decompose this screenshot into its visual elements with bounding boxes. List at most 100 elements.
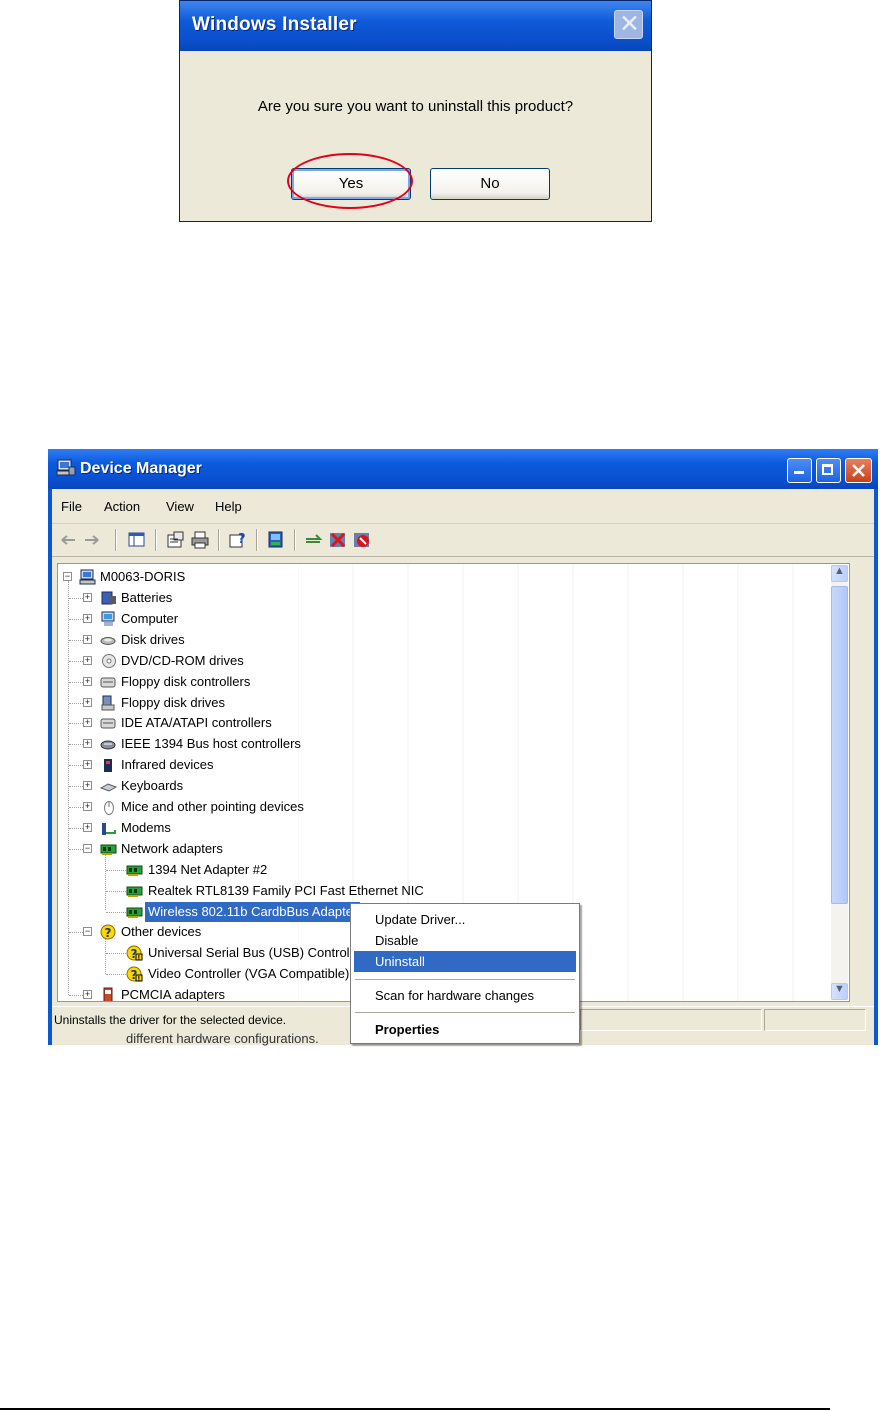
tree-connector (69, 660, 83, 662)
expand-toggle[interactable]: + (83, 613, 92, 623)
tree-item-label: Disk drives (121, 631, 185, 647)
infrared-icon (104, 759, 112, 773)
tree-item-label: Wireless 802.11b CardbBus Adapter (145, 901, 361, 922)
svg-text:!: ! (138, 955, 141, 962)
tree-item-label: PCMCIA adapters (121, 987, 226, 1002)
dialog-title-bar[interactable]: Windows Installer ✕ (180, 1, 651, 51)
tree-item-label: Other devices (121, 924, 202, 940)
yes-button[interactable]: Yes (291, 168, 411, 200)
menu-item-disable[interactable]: Disable (354, 930, 576, 951)
menu-item-update-driver[interactable]: Update Driver... (354, 909, 576, 930)
maximize-icon (822, 464, 833, 475)
floppy-icon (101, 695, 115, 710)
tree-item-label: Floppy disk drives (121, 694, 226, 710)
tree-connector (69, 598, 83, 599)
tree-item-label: DVD/CD-ROM drives (121, 652, 244, 668)
disable-icon[interactable] (328, 530, 348, 550)
tree-item-label: Modems (121, 819, 171, 835)
menu-item-scan-hardware[interactable]: Scan for hardware changes (354, 985, 576, 1006)
expand-toggle[interactable]: + (83, 739, 92, 749)
modem-icon (102, 822, 116, 835)
collapse-toggle[interactable]: − (83, 927, 92, 937)
scroll-down-button[interactable]: ▼ (831, 983, 848, 1000)
controller-icon (100, 718, 116, 729)
tree-connector (69, 639, 83, 641)
warning-device-icon: ?! (126, 966, 143, 982)
expand-toggle[interactable]: + (83, 593, 92, 602)
collapse-toggle[interactable]: − (83, 843, 92, 853)
tree-connector (69, 807, 83, 808)
device-manager-icon (56, 459, 76, 476)
toolbar-separator (218, 529, 219, 551)
cropped-background-text: different hardware configurations. (126, 1031, 319, 1046)
tree-connector (106, 953, 126, 955)
dvd-icon (102, 653, 116, 668)
close-icon: ✕ (619, 9, 640, 38)
window-close-button[interactable] (845, 458, 872, 483)
network-adapter-icon (126, 907, 143, 918)
console-tree-icon[interactable] (127, 530, 147, 550)
expand-toggle[interactable]: + (83, 718, 92, 728)
scroll-thumb[interactable] (831, 586, 848, 904)
battery-icon (101, 591, 116, 605)
close-button[interactable]: ✕ (614, 9, 643, 39)
tree-item-label: Realtek RTL8139 Family PCI Fast Ethernet… (148, 882, 424, 898)
tree-item-label: Infrared devices (121, 757, 214, 773)
tree-item-label: 1394 Net Adapter #2 (148, 861, 268, 877)
expand-toggle[interactable]: + (83, 990, 92, 1000)
expand-toggle[interactable]: + (83, 822, 92, 832)
back-icon[interactable] (59, 530, 79, 550)
tree-connector (106, 974, 126, 976)
dialog-message: Are you sure you want to uninstall this … (257, 98, 574, 115)
menu-view[interactable]: View (166, 499, 194, 514)
forward-icon[interactable] (81, 530, 101, 550)
expand-toggle[interactable]: + (83, 802, 92, 811)
window-title-bar[interactable]: Device Manager (48, 449, 878, 489)
toolbar-separator (256, 529, 257, 551)
tree-connector (69, 932, 83, 934)
minimize-icon (794, 471, 804, 474)
tree-connector (69, 995, 83, 997)
print-icon[interactable] (190, 530, 210, 550)
menu-help[interactable]: Help (215, 499, 242, 514)
tree-item-label: IDE ATA/ATAPI controllers (121, 715, 272, 731)
svg-text:?: ? (105, 926, 112, 940)
properties-icon[interactable] (166, 530, 186, 550)
vertical-scrollbar[interactable]: ▲ ▼ (831, 565, 848, 1000)
maximize-button[interactable] (816, 458, 841, 483)
ieee1394-icon (100, 740, 116, 750)
scroll-up-button[interactable]: ▲ (831, 565, 848, 582)
minimize-button[interactable] (787, 458, 812, 483)
collapse-toggle[interactable]: − (63, 572, 72, 581)
windows-installer-dialog: Windows Installer ✕ Are you sure you wan… (179, 0, 652, 222)
menu-action[interactable]: Action (104, 499, 140, 514)
network-adapter-icon (100, 844, 117, 855)
scan-hardware-icon[interactable] (266, 530, 286, 550)
tree-item-label: Universal Serial Bus (USB) Controller (148, 945, 365, 961)
tree-connector (106, 890, 126, 892)
no-button[interactable]: No (430, 168, 550, 200)
uninstall-icon[interactable] (352, 530, 372, 550)
expand-toggle[interactable]: + (83, 697, 92, 707)
network-adapter-icon (126, 865, 143, 876)
tree-connector (105, 850, 106, 910)
expand-toggle[interactable]: + (83, 760, 92, 770)
computer-icon (79, 569, 96, 585)
tree-connector (69, 618, 83, 620)
menu-file[interactable]: File (61, 499, 82, 514)
tree-item-label: Network adapters (121, 840, 223, 856)
network-adapter-icon (126, 886, 143, 897)
tree-item-label: Keyboards (121, 778, 184, 794)
status-cell (764, 1009, 866, 1031)
expand-toggle[interactable]: + (83, 676, 92, 686)
update-driver-icon[interactable] (304, 530, 324, 550)
expand-toggle[interactable]: + (83, 781, 92, 791)
menu-item-properties[interactable]: Properties (354, 1019, 576, 1040)
toolbar-separator (155, 529, 156, 551)
disk-drive-icon (100, 636, 116, 645)
expand-toggle[interactable]: + (83, 634, 92, 644)
menu-item-uninstall[interactable]: Uninstall (354, 951, 576, 972)
tree-connector (69, 786, 83, 788)
expand-toggle[interactable]: + (83, 655, 92, 665)
help-icon[interactable]: ? (228, 530, 248, 550)
